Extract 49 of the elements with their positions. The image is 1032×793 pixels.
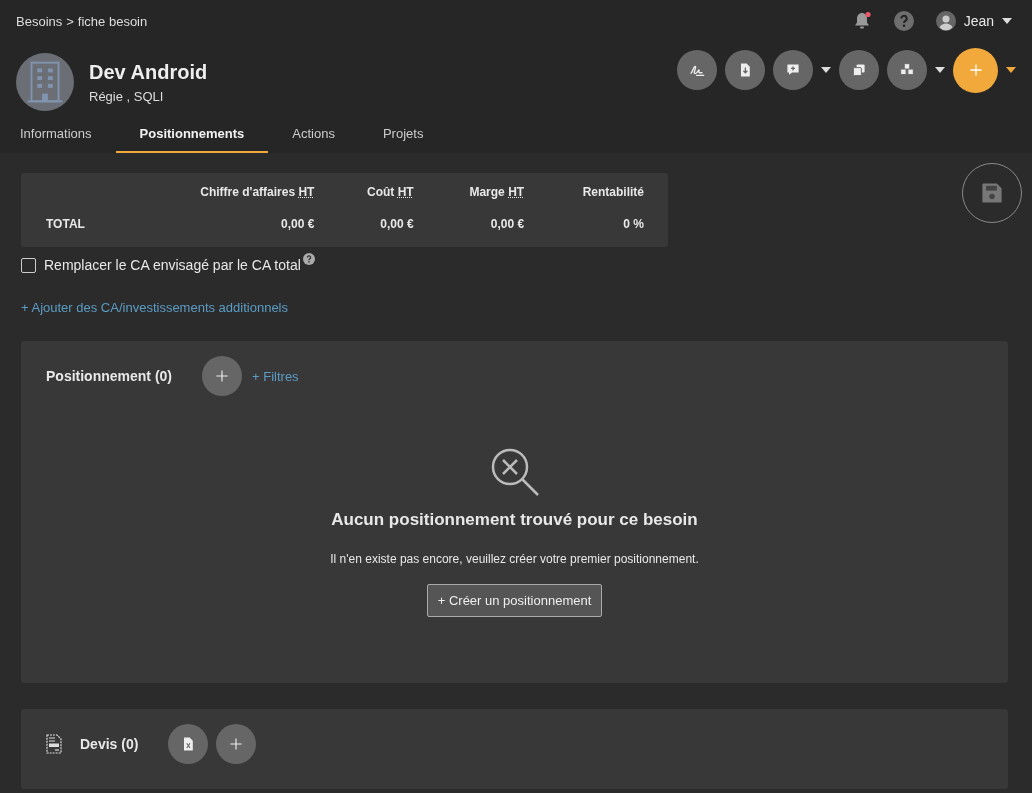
checkbox-label: Remplacer le CA envisagé par le CA total — [44, 257, 301, 273]
breadcrumb-current: fiche besoin — [77, 13, 148, 29]
panel-title: Devis (0) — [80, 736, 139, 752]
column-header: Marge HT — [468, 184, 526, 201]
user-avatar-icon[interactable] — [935, 11, 956, 31]
plus-icon — [228, 736, 245, 752]
signature-button[interactable] — [677, 50, 717, 90]
plus-icon — [967, 62, 984, 78]
document-icon — [46, 734, 62, 754]
table-cell-text: 0,00 € — [379, 216, 415, 233]
add-button[interactable] — [216, 724, 257, 764]
column-header: Coût HT — [366, 184, 415, 201]
caret-icon[interactable] — [821, 67, 831, 73]
empty-state-title: Aucun positionnement trouvé pour ce besoin — [331, 510, 698, 530]
breadcrumb-link[interactable]: Besoins — [16, 13, 63, 29]
caret-icon[interactable] — [1006, 67, 1016, 73]
help-icon[interactable] — [302, 253, 315, 265]
tab[interactable]: Projets — [358, 120, 448, 153]
add-button[interactable] — [202, 356, 242, 396]
copy-icon — [851, 62, 867, 78]
table-cell-text: 0 % — [622, 216, 645, 233]
table-cell-text: 0,00 € — [489, 216, 526, 233]
save-icon — [980, 181, 1004, 205]
tab[interactable]: Actions — [268, 120, 359, 153]
caret-icon[interactable] — [1002, 18, 1012, 24]
page-subtitle: Régie , SQLI — [89, 88, 165, 104]
row-label: TOTAL — [45, 216, 86, 233]
create-positionnement-button[interactable]: + Créer un positionnement — [426, 584, 603, 617]
checkbox[interactable] — [21, 257, 36, 273]
user-name[interactable]: Jean — [963, 13, 994, 29]
breadcrumb-separator: > — [66, 13, 74, 29]
page-title: Dev Android — [89, 60, 209, 84]
tab[interactable]: Informations — [4, 120, 116, 153]
panel-title: Positionnement (0) — [46, 368, 172, 384]
plus-icon — [214, 368, 230, 384]
add-button[interactable] — [953, 47, 998, 93]
help-icon[interactable] — [893, 11, 914, 31]
column-header: Rentabilité — [581, 184, 645, 201]
caret-icon[interactable] — [935, 67, 945, 73]
download-file-button[interactable] — [725, 50, 765, 90]
duplicate-button[interactable] — [839, 50, 879, 90]
empty-state-text: Il n'en existe pas encore, veuillez créer votre premier positionnement. — [330, 552, 699, 566]
filters-link[interactable]: + Filtres — [252, 368, 299, 384]
column-header: Chiffre d'affaires HT — [199, 184, 316, 201]
excel-file-button[interactable] — [168, 724, 209, 764]
table-cell-text: 0,00 € — [280, 216, 316, 233]
comment-button[interactable] — [773, 50, 813, 90]
add-revenue-link[interactable]: + Ajouter des CA/investissements additionnels — [21, 300, 288, 315]
cubes-button[interactable] — [887, 50, 927, 90]
